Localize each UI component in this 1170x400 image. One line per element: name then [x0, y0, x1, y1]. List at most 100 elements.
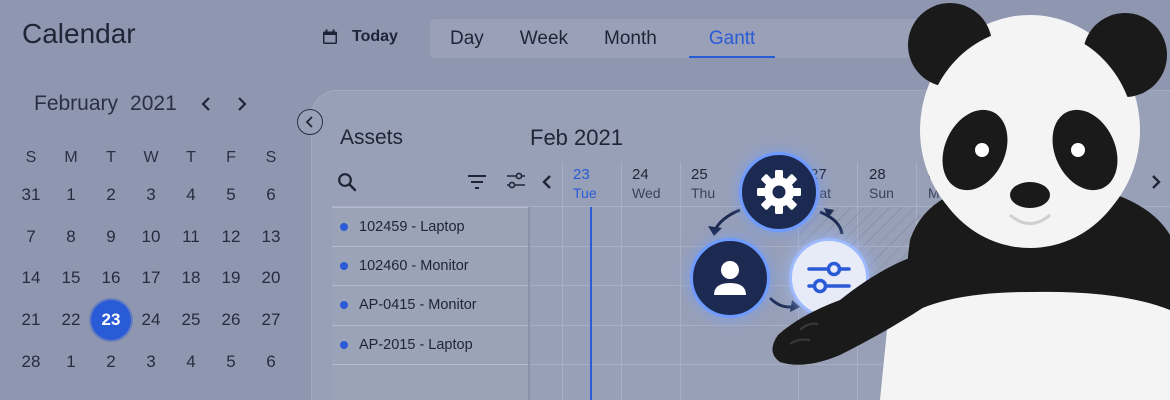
day-cell[interactable]: 1: [51, 352, 91, 372]
asset-status-dot: [340, 340, 348, 349]
mini-calendar-year: 2021: [130, 92, 177, 115]
asset-row[interactable]: AP-2015- Laptop: [332, 326, 528, 365]
week-row: 28 1 2 3 4 5 6: [11, 341, 291, 383]
tab-week[interactable]: Week: [520, 19, 588, 58]
sliders-icon[interactable]: [506, 172, 526, 190]
collapse-sidebar-button[interactable]: [297, 109, 323, 135]
day-cell[interactable]: 15: [51, 268, 91, 288]
asset-code: 102459: [359, 218, 408, 235]
asset-row[interactable]: AP-0415- Monitor: [332, 286, 528, 326]
asset-status-dot: [340, 222, 348, 231]
day-cell[interactable]: 6: [251, 185, 291, 205]
day-cell[interactable]: 27: [251, 310, 291, 330]
day-cell[interactable]: 5: [211, 352, 251, 372]
day-cell[interactable]: 9: [91, 227, 131, 247]
chevron-right-icon: [237, 97, 247, 111]
day-cell[interactable]: 21: [11, 310, 51, 330]
day-cell[interactable]: 2: [91, 185, 131, 205]
day-cell[interactable]: 19: [211, 268, 251, 288]
day-header[interactable]: 24 Wed: [632, 166, 661, 201]
week-row: 31 1 2 3 4 5 6: [11, 174, 291, 216]
asset-status-dot: [340, 301, 348, 310]
today-indicator-line: [590, 207, 592, 400]
day-cell[interactable]: 3: [131, 352, 171, 372]
selected-day-label: 23: [91, 300, 131, 341]
prev-days-button[interactable]: [541, 174, 553, 190]
day-cell[interactable]: 22: [51, 310, 91, 330]
user-badge: [690, 238, 770, 318]
weekday-header-row: S M T W T F S: [11, 142, 291, 174]
day-cell[interactable]: 7: [11, 227, 51, 247]
tab-month[interactable]: Month: [604, 19, 677, 58]
chevron-left-icon: [201, 97, 210, 111]
day-cell[interactable]: 20: [251, 268, 291, 288]
asset-code: AP-0415: [359, 297, 416, 314]
day-cell[interactable]: 31: [11, 185, 51, 205]
calendar-icon: [323, 29, 337, 44]
day-cell[interactable]: 26: [211, 310, 251, 330]
day-header-current[interactable]: 23 Tue: [573, 166, 597, 201]
selected-day-cell[interactable]: 23: [91, 300, 131, 341]
weekday-label: T: [106, 149, 116, 166]
next-month-button[interactable]: [235, 92, 249, 116]
asset-name: Laptop: [420, 218, 465, 235]
day-cell[interactable]: 12: [211, 227, 251, 247]
mini-calendar-month: February: [34, 92, 119, 115]
asset-code: 102460: [359, 257, 408, 274]
week-row: 21 22 23 24 25 26 27: [11, 299, 291, 341]
weekday-label: W: [143, 149, 159, 166]
weekday-label: S: [265, 149, 277, 166]
day-cell[interactable]: 5: [211, 185, 251, 205]
asset-row[interactable]: 102460- Monitor: [332, 247, 528, 286]
weekday-label: F: [226, 149, 236, 166]
day-cell[interactable]: 18: [171, 268, 211, 288]
day-cell[interactable]: 25: [171, 310, 211, 330]
day-cell[interactable]: 2: [91, 352, 131, 372]
week-row: 14 15 16 17 18 19 20: [11, 258, 291, 300]
day-cell[interactable]: 4: [171, 352, 211, 372]
prev-month-button[interactable]: [199, 92, 213, 116]
day-cell[interactable]: 3: [131, 185, 171, 205]
weekday-label: S: [25, 149, 37, 166]
day-cell[interactable]: 6: [251, 352, 291, 372]
day-number: 24: [632, 166, 649, 183]
day-number: 23: [573, 166, 590, 183]
user-icon: [714, 261, 746, 295]
today-button[interactable]: Today: [322, 28, 398, 46]
day-cell[interactable]: 13: [251, 227, 291, 247]
asset-status-dot: [340, 261, 348, 270]
gantt-year: 2021: [574, 125, 623, 150]
day-cell[interactable]: 1: [51, 185, 91, 205]
day-cell[interactable]: 11: [171, 227, 211, 247]
filter-icon[interactable]: [467, 174, 487, 190]
weekday-label: M: [64, 149, 78, 166]
asset-name: Monitor: [420, 257, 469, 274]
tab-day[interactable]: Day: [450, 19, 504, 58]
mini-calendar: S M T W T F S 31 1 2 3 4 5 6 7 8 9 10 11…: [11, 142, 291, 383]
asset-name: Monitor: [428, 297, 477, 314]
asset-name: Laptop: [428, 336, 473, 353]
mini-calendar-header: February 2021: [34, 92, 249, 116]
gantt-month: Feb: [530, 125, 568, 150]
weekday-label: T: [186, 149, 196, 166]
day-cell[interactable]: 8: [51, 227, 91, 247]
panda-mascot: [772, 3, 1170, 400]
gantt-month-label: Feb 2021: [530, 125, 623, 151]
assets-list: 102459- Laptop 102460- Monitor AP-0415- Mon…: [332, 207, 528, 365]
day-cell[interactable]: 17: [131, 268, 171, 288]
app-title: Calendar: [22, 18, 136, 49]
asset-row[interactable]: 102459- Laptop: [332, 207, 528, 247]
assets-column-divider[interactable]: [528, 207, 530, 400]
day-cell[interactable]: 28: [11, 352, 51, 372]
day-cell[interactable]: 4: [171, 185, 211, 205]
search-icon[interactable]: [337, 172, 357, 192]
day-weekday: Tue: [573, 185, 597, 201]
day-weekday: Wed: [632, 185, 661, 201]
day-cell[interactable]: 10: [131, 227, 171, 247]
day-cell[interactable]: 14: [11, 268, 51, 288]
day-cell[interactable]: 16: [91, 268, 131, 288]
asset-code: AP-2015: [359, 336, 416, 353]
day-cell[interactable]: 24: [131, 310, 171, 330]
day-number: 25: [691, 166, 708, 183]
assets-title: Assets: [340, 126, 404, 149]
